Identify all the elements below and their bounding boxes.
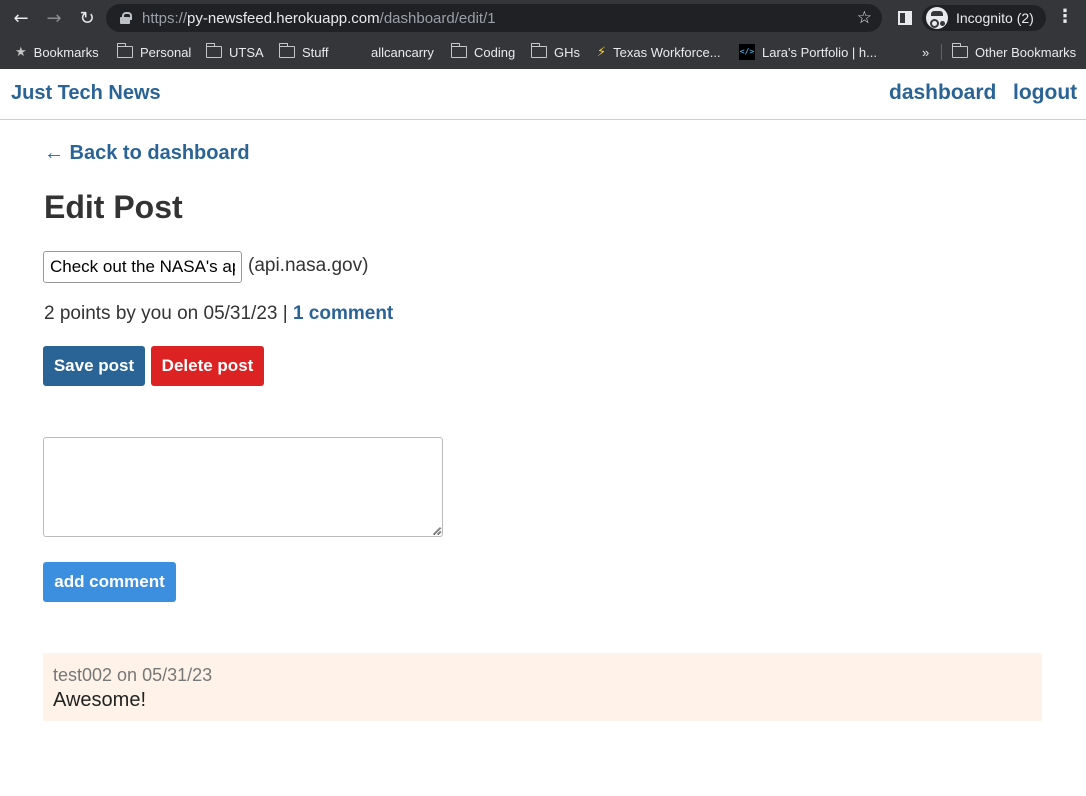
- bookmark-bookmarks[interactable]: ★ Bookmarks: [15, 43, 99, 61]
- site-header: Just Tech News dashboard logout: [0, 69, 1086, 120]
- comment-count-link[interactable]: 1 comment: [293, 303, 393, 324]
- folder-icon: [278, 43, 295, 58]
- incognito-icon: [926, 7, 948, 29]
- nav-logout-link[interactable]: logout: [1013, 81, 1077, 105]
- folder-icon: [205, 43, 222, 58]
- delete-post-button[interactable]: Delete post: [151, 346, 264, 386]
- lightning-icon: ⚡: [597, 44, 607, 60]
- url-text: https://py-newsfeed.herokuapp.com/dashbo…: [142, 10, 496, 27]
- browser-toolbar: ← → ↻ https://py-newsfeed.herokuapp.com/…: [0, 0, 1086, 36]
- lock-icon: [120, 12, 132, 24]
- comment-item: test002 on 05/31/23 Awesome!: [43, 653, 1042, 721]
- post-meta-text: 2 points by you on 05/31/23 |: [44, 303, 288, 324]
- bookmark-allcancarry[interactable]: allcancarry: [371, 43, 434, 61]
- comment-text: Awesome!: [53, 689, 147, 711]
- profile-label: Incognito (2): [956, 10, 1034, 26]
- bookmarks-divider: [941, 44, 942, 60]
- reload-icon[interactable]: ↻: [76, 7, 98, 29]
- bookmark-other-bookmarks[interactable]: Other Bookmarks: [951, 43, 1076, 61]
- side-panel-icon[interactable]: [898, 11, 912, 25]
- back-to-dashboard-link[interactable]: ← Back to dashboard: [44, 142, 250, 165]
- post-domain: (api.nasa.gov): [248, 255, 369, 276]
- address-bar[interactable]: https://py-newsfeed.herokuapp.com/dashbo…: [106, 4, 882, 32]
- browser-menu-icon[interactable]: ⋮: [1056, 8, 1074, 26]
- nav-dashboard-link[interactable]: dashboard: [889, 81, 996, 105]
- forward-arrow-icon[interactable]: →: [43, 7, 65, 29]
- bookmarks-overflow-button[interactable]: »: [922, 43, 929, 61]
- incognito-profile-button[interactable]: Incognito (2): [922, 5, 1046, 31]
- star-icon: ★: [15, 44, 27, 60]
- back-arrow-icon[interactable]: ←: [10, 7, 32, 29]
- comment-meta: test002 on 05/31/23: [53, 665, 213, 685]
- folder-icon: [116, 43, 133, 58]
- bookmark-star-icon[interactable]: ☆: [857, 8, 872, 28]
- save-post-button[interactable]: Save post: [43, 346, 145, 386]
- folder-icon: [530, 43, 547, 58]
- bookmark-utsa[interactable]: UTSA: [205, 43, 264, 61]
- bookmark-texas-workforce[interactable]: ⚡ Texas Workforce...: [597, 43, 721, 61]
- page-title: Edit Post: [44, 189, 183, 225]
- post-meta: 2 points by you on 05/31/23 | 1 comment: [44, 303, 393, 325]
- bookmark-ghs[interactable]: GHs: [530, 43, 580, 61]
- code-icon: </>: [739, 44, 755, 60]
- folder-icon: [450, 43, 467, 58]
- folder-icon: [951, 43, 968, 58]
- site-brand-link[interactable]: Just Tech News: [11, 82, 161, 105]
- bookmark-personal[interactable]: Personal: [116, 43, 191, 61]
- bookmark-stuff[interactable]: Stuff: [278, 43, 329, 61]
- bookmark-coding[interactable]: Coding: [450, 43, 515, 61]
- textarea-resize-handle[interactable]: [433, 527, 441, 535]
- post-title-input[interactable]: [43, 251, 242, 283]
- add-comment-button[interactable]: add comment: [43, 562, 176, 602]
- comment-textarea[interactable]: [43, 437, 443, 537]
- bookmark-laras-portfolio[interactable]: </> Lara's Portfolio | h...: [739, 43, 877, 61]
